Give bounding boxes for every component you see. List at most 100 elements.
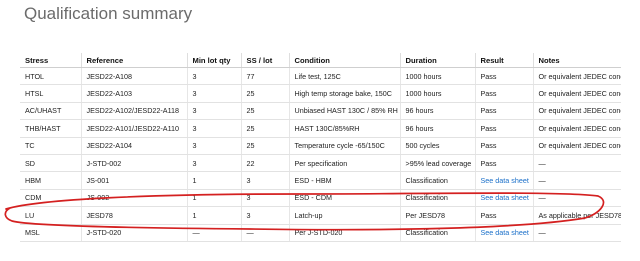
column-header-notes: Notes — [533, 53, 621, 68]
cell-ss-per-lot: 77 — [241, 67, 290, 86]
table-row: THB/HAST JESD22-A101/JESD22-A110 3 25 HAST 1… — [20, 119, 621, 138]
cell-ss-per-lot: — — [241, 224, 290, 242]
cell-notes: — — [533, 224, 621, 242]
cell-reference: JESD22-A104 — [81, 137, 188, 155]
column-header-stress: Stress — [20, 53, 82, 68]
column-header-ss-per-lot: SS / lot — [241, 53, 290, 68]
cell-reference: J-STD-020 — [81, 224, 188, 242]
cell-notes: — — [533, 171, 621, 190]
column-header-min-lot-qty: Min lot qty — [187, 53, 242, 68]
cell-reference: JESD22-A102/JESD22-A118 — [81, 102, 188, 121]
cell-notes: As applicable per JESD78 — [533, 206, 621, 225]
table-row: CDM JS-002 1 3 ESD - CDM Classification See da… — [20, 189, 621, 208]
cell-reference: JESD78 — [81, 206, 188, 225]
cell-duration: 500 cycles — [400, 137, 476, 155]
cell-stress: LU — [20, 206, 82, 225]
qualification-table: Stress Reference Min lot qty SS / lot Co… — [20, 53, 621, 242]
column-header-reference: Reference — [81, 53, 188, 68]
cell-duration: >95% lead coverage — [400, 154, 476, 173]
cell-reference: J-STD-002 — [81, 154, 188, 173]
cell-ss-per-lot: 22 — [241, 154, 290, 173]
cell-min-lot-qty: 1 — [187, 189, 242, 208]
cell-notes: Or equivalent JEDEC condition — [533, 67, 621, 86]
cell-reference: JESD22-A103 — [81, 84, 188, 103]
cell-stress: HTSL — [20, 84, 82, 103]
cell-result: Pass — [475, 84, 534, 103]
page-title: Qualification summary — [24, 4, 193, 23]
cell-result: Pass — [475, 137, 534, 155]
cell-duration: 1000 hours — [400, 67, 476, 86]
cell-result: See data sheet — [475, 171, 534, 190]
cell-stress: MSL — [20, 224, 82, 242]
cell-reference: JESD22-A101/JESD22-A110 — [81, 119, 188, 138]
table-row: SD J-STD-002 3 22 Per specification >95% lead… — [20, 154, 621, 173]
cell-min-lot-qty: 3 — [187, 84, 242, 103]
cell-ss-per-lot: 25 — [241, 102, 290, 121]
cell-min-lot-qty: 1 — [187, 171, 242, 190]
cell-min-lot-qty: 1 — [187, 206, 242, 225]
table-header-row: Stress Reference Min lot qty SS / lot Co… — [20, 53, 621, 68]
table-row: AC/UHAST JESD22-A102/JESD22-A118 3 25 Unbias… — [20, 102, 621, 121]
cell-duration: 96 hours — [400, 102, 476, 121]
cell-stress: CDM — [20, 189, 82, 208]
cell-min-lot-qty: 3 — [187, 137, 242, 155]
cell-condition: Per J-STD-020 — [289, 224, 401, 242]
cell-ss-per-lot: 25 — [241, 84, 290, 103]
cell-duration: Classification — [400, 224, 476, 242]
cell-ss-per-lot: 3 — [241, 189, 290, 208]
cell-min-lot-qty: 3 — [187, 119, 242, 138]
table-row: TC JESD22-A104 3 25 Temperature cycle -65/15… — [20, 137, 621, 155]
table-body: HTOL JESD22-A108 3 77 Life test, 125C 1000 ho… — [20, 67, 621, 242]
table-row: HTSL JESD22-A103 3 25 High temp storage bake… — [20, 84, 621, 103]
cell-condition: ESD - HBM — [289, 171, 401, 190]
cell-reference: JS-001 — [81, 171, 188, 190]
cell-result: Pass — [475, 154, 534, 173]
cell-stress: TC — [20, 137, 82, 155]
cell-min-lot-qty: 3 — [187, 102, 242, 121]
cell-result: See data sheet — [475, 189, 534, 208]
cell-condition: Per specification — [289, 154, 401, 173]
cell-stress: HBM — [20, 171, 82, 190]
see-data-sheet-link[interactable]: See data sheet — [481, 193, 529, 202]
table-row: MSL J-STD-020— — Per J-STD-020 Classificatio… — [20, 224, 621, 242]
table-row: HTOL JESD22-A108 3 77 Life test, 125C 1000 ho… — [20, 67, 621, 86]
cell-duration: 1000 hours — [400, 84, 476, 103]
cell-condition: HAST 130C/85%RH — [289, 119, 401, 138]
cell-condition: Life test, 125C — [289, 67, 401, 86]
cell-result: Pass — [475, 102, 534, 121]
cell-notes: — — [533, 189, 621, 208]
column-header-condition: Condition — [289, 53, 401, 68]
see-data-sheet-link[interactable]: See data sheet — [481, 176, 529, 185]
cell-duration: Classification — [400, 171, 476, 190]
cell-notes: Or equivalent JEDEC condition — [533, 137, 621, 155]
cell-ss-per-lot: 3 — [241, 206, 290, 225]
cell-duration: Classification — [400, 189, 476, 208]
column-header-duration: Duration — [400, 53, 476, 68]
cell-notes: Or equivalent JEDEC condition — [533, 102, 621, 121]
cell-notes: Or equivalent JEDEC condition — [533, 119, 621, 138]
cell-min-lot-qty: 3 — [187, 67, 242, 86]
cell-condition: Latch-up — [289, 206, 401, 225]
cell-condition: Unbiased HAST 130C / 85% RH — [289, 102, 401, 121]
cell-duration: Per JESD78 — [400, 206, 476, 225]
cell-reference: JESD22-A108 — [81, 67, 188, 86]
cell-condition: ESD - CDM — [289, 189, 401, 208]
cell-stress: THB/HAST — [20, 119, 82, 138]
table-row: LU JESD78 1 3 Latch-up Per JESD78 Pass As appli… — [20, 206, 621, 225]
cell-min-lot-qty: 3 — [187, 154, 242, 173]
cell-result: See data sheet — [475, 224, 534, 242]
cell-result: Pass — [475, 119, 534, 138]
cell-ss-per-lot: 25 — [241, 119, 290, 138]
cell-ss-per-lot: 3 — [241, 171, 290, 190]
column-header-result: Result — [475, 53, 534, 68]
cell-condition: High temp storage bake, 150C — [289, 84, 401, 103]
cell-ss-per-lot: 25 — [241, 137, 290, 155]
see-data-sheet-link[interactable]: See data sheet — [481, 228, 529, 237]
cell-duration: 96 hours — [400, 119, 476, 138]
table-row: HBM JS-001 1 3 ESD - HBM Classification See da… — [20, 171, 621, 190]
cell-condition: Temperature cycle -65/150C — [289, 137, 401, 155]
cell-stress: HTOL — [20, 67, 82, 86]
cell-stress: SD — [20, 154, 82, 173]
cell-stress: AC/UHAST — [20, 102, 82, 121]
cell-notes: — — [533, 154, 621, 173]
